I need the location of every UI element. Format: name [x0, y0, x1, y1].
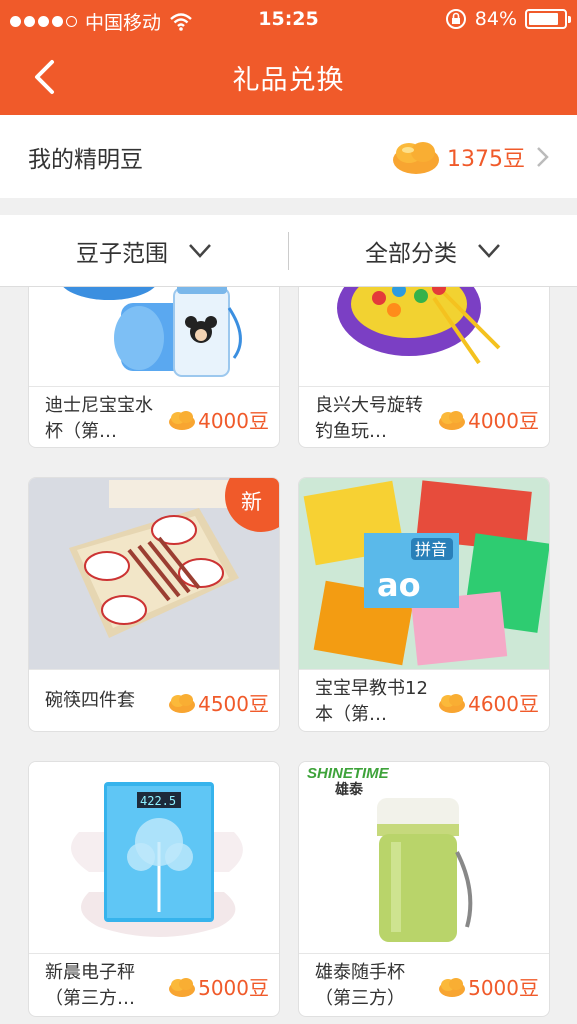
nav-bar: 礼品兑换: [0, 40, 577, 115]
status-right: 84%: [445, 8, 571, 30]
product-card[interactable]: 迪士尼宝宝水杯（第… 4000豆: [28, 287, 280, 448]
product-price: 4000豆: [438, 405, 539, 434]
water-cup-image: [63, 287, 242, 377]
rotation-lock-icon: [445, 9, 466, 29]
battery-icon: [525, 9, 571, 29]
product-card[interactable]: 拼音 ao 宝宝早教书12本（第… 4600豆: [298, 477, 550, 732]
scale-display: 422.5: [140, 794, 176, 808]
scale-image: 422.5: [71, 782, 243, 937]
product-image: SHINETIME 雄泰: [299, 762, 549, 954]
chevron-right-icon: [537, 146, 549, 167]
chevron-down-icon: [478, 243, 500, 258]
thermos-image: SHINETIME 雄泰: [307, 765, 473, 942]
product-card[interactable]: SHINETIME 雄泰 雄泰随手杯（第三方） 5000豆: [298, 761, 550, 1017]
price-value: 4600豆: [468, 692, 539, 716]
brand-logo-en: SHINETIME: [307, 765, 390, 782]
product-info: 迪士尼宝宝水杯（第… 4000豆: [29, 387, 279, 447]
filter-label: 豆子范围: [76, 240, 168, 267]
filter-category[interactable]: 全部分类: [289, 215, 577, 286]
product-image: 新: [29, 478, 279, 670]
product-info: 宝宝早教书12本（第… 4600豆: [299, 670, 549, 731]
bean-icon: [169, 693, 196, 713]
price-value: 4500豆: [198, 692, 269, 716]
filter-label: 全部分类: [365, 240, 457, 267]
books-image: 拼音 ao: [303, 480, 549, 666]
product-name: 雄泰随手杯（第三方）: [315, 962, 405, 1009]
product-info: 新晨电子秤（第三方… 5000豆: [29, 954, 279, 1016]
bean-icon: [393, 141, 439, 174]
battery-percent: 84%: [474, 8, 517, 30]
product-info: 良兴大号旋转钓鱼玩… 4000豆: [299, 387, 549, 447]
header: 中国移动 15:25 84% 礼品兑换: [0, 0, 577, 115]
book-cover-text: 拼音: [415, 540, 447, 559]
product-price: 4600豆: [438, 688, 539, 717]
product-grid: 迪士尼宝宝水杯（第… 4000豆 良兴大号旋转钓鱼玩… 4000豆 新 碗筷四件…: [0, 287, 577, 1024]
page-title: 礼品兑换: [232, 65, 345, 96]
price-value: 4000豆: [198, 409, 269, 433]
product-name: 迪士尼宝宝水杯（第…: [45, 395, 153, 442]
filter-bar: 豆子范围 全部分类: [0, 215, 577, 287]
brand-logo-cn: 雄泰: [334, 781, 364, 798]
price-value: 5000豆: [198, 976, 269, 1000]
product-price: 5000豆: [168, 972, 269, 1001]
product-info: 雄泰随手杯（第三方） 5000豆: [299, 954, 549, 1016]
product-info: 碗筷四件套 4500豆: [29, 670, 279, 731]
bean-icon: [169, 977, 196, 997]
product-name: 良兴大号旋转钓鱼玩…: [315, 395, 423, 442]
product-image: [29, 287, 279, 387]
my-beans-row[interactable]: 我的精明豆 1375豆: [0, 115, 577, 198]
product-price: 5000豆: [438, 972, 539, 1001]
bean-icon: [439, 410, 466, 430]
price-value: 5000豆: [468, 976, 539, 1000]
product-image: [299, 287, 549, 387]
product-name: 宝宝早教书12本（第…: [315, 678, 428, 725]
beans-balance: 1375豆: [391, 138, 549, 176]
product-card[interactable]: 422.5 新晨电子秤（第三方… 5000豆: [28, 761, 280, 1017]
product-name: 新晨电子秤（第三方…: [45, 962, 135, 1009]
chevron-down-icon: [189, 243, 211, 258]
product-price: 4500豆: [168, 688, 269, 717]
bean-icon: [169, 410, 196, 430]
beans-amount: 1375豆: [447, 146, 525, 172]
product-image: 422.5: [29, 762, 279, 954]
bean-icon: [439, 977, 466, 997]
beans-label: 我的精明豆: [28, 146, 143, 173]
product-card[interactable]: 新 碗筷四件套 4500豆: [28, 477, 280, 732]
status-bar: 中国移动 15:25 84%: [0, 0, 577, 40]
product-image: 拼音 ao: [299, 478, 549, 670]
filter-bean-range[interactable]: 豆子范围: [0, 215, 288, 286]
fishing-toy-image: [337, 287, 501, 365]
product-name: 碗筷四件套: [45, 690, 135, 711]
bean-icon: [439, 693, 466, 713]
price-value: 4000豆: [468, 409, 539, 433]
product-card[interactable]: 良兴大号旋转钓鱼玩… 4000豆: [298, 287, 550, 448]
new-badge-label: 新: [241, 490, 262, 514]
book-letters: ao: [377, 566, 421, 604]
product-price: 4000豆: [168, 405, 269, 434]
